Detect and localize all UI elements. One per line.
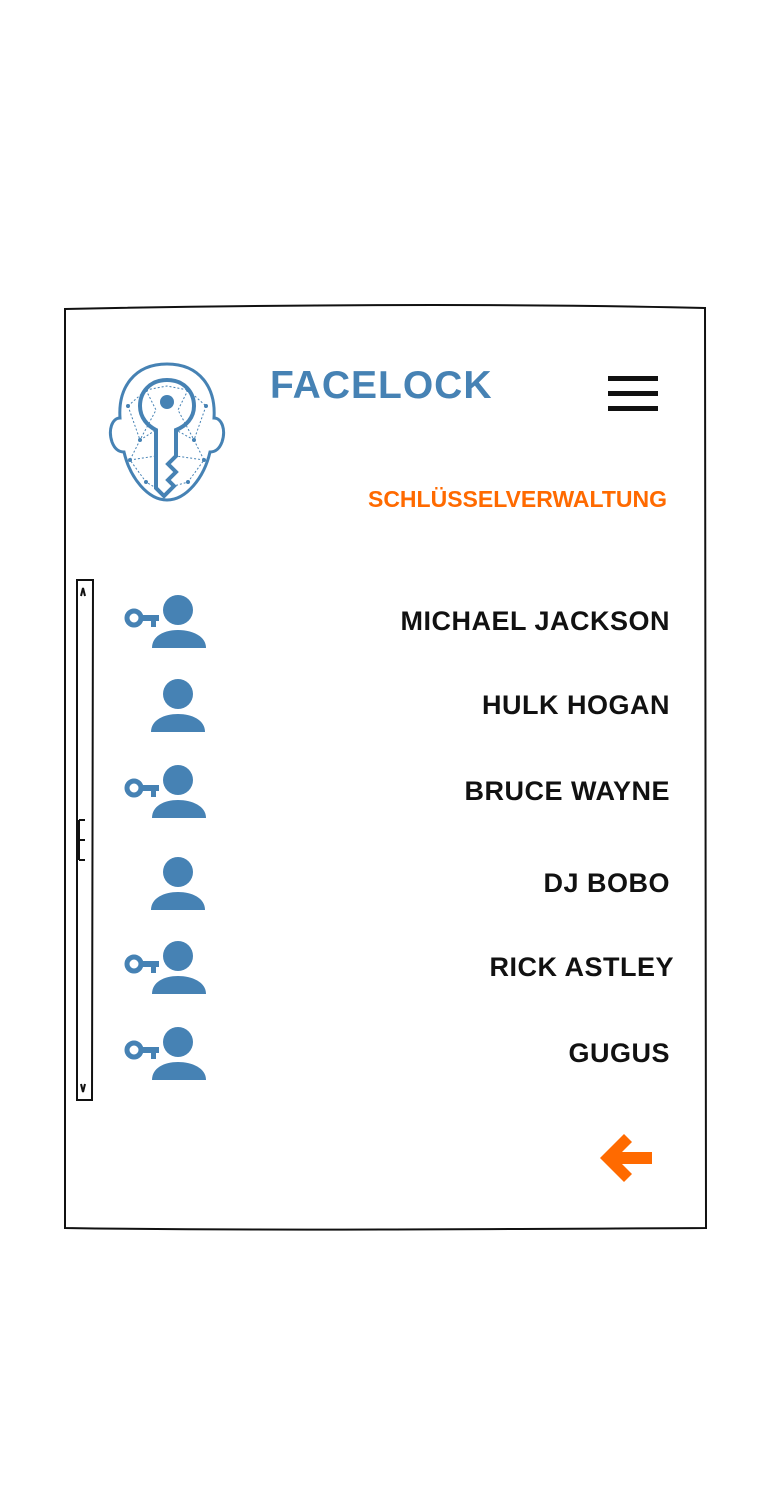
user-list: MICHAEL JACKSON HULK HOGAN BRUCE WAYNE D… [0,0,760,1486]
user-row-4[interactable]: RICK ASTLEY [120,938,674,1008]
key-user-icon [124,595,206,648]
key-user-icon [124,765,206,818]
hamburger-menu-icon-bar-3 [608,406,658,411]
user-name: HULK HOGAN [482,690,670,720]
back-button[interactable] [596,1130,656,1186]
key-user-icon [124,1027,206,1080]
key-user-icon [124,941,206,994]
user-name: RICK ASTLEY [489,952,674,982]
user-row-3[interactable]: DJ BOBO [120,854,670,924]
arrow-left-icon [600,1134,652,1182]
user-icon [151,857,205,910]
vertical-scrollbar[interactable] [75,578,95,1102]
user-row-1[interactable]: HULK HOGAN [120,676,670,746]
user-icon [151,679,205,732]
user-name: MICHAEL JACKSON [400,606,670,636]
hamburger-menu-icon-bar-1 [608,376,658,381]
app-title: FACELOCK [270,364,493,407]
hamburger-menu-icon-bar-2 [608,391,658,396]
user-row-0[interactable]: MICHAEL JACKSON [120,592,670,662]
user-row-5[interactable]: GUGUS [120,1024,670,1094]
user-name: GUGUS [568,1038,670,1068]
face-key-logo-icon [108,362,226,502]
user-name: DJ BOBO [543,868,670,898]
facelock-logo [106,360,228,506]
page-subtitle: SCHLÜSSELVERWALTUNG [367,486,667,512]
hamburger-menu-button[interactable] [606,374,660,412]
user-row-2[interactable]: BRUCE WAYNE [120,762,670,832]
user-name: BRUCE WAYNE [464,776,670,806]
